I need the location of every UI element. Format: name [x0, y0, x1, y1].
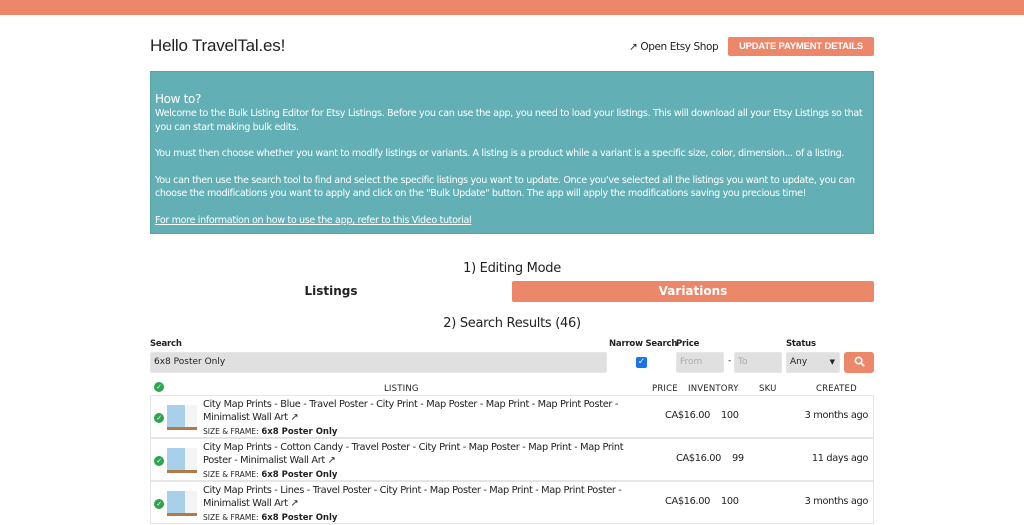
- price-dash: -: [728, 356, 732, 366]
- header-price: PRICE: [652, 384, 678, 394]
- tab-listings[interactable]: Listings: [150, 281, 512, 302]
- how-to-paragraph: You must then choose whether you want to…: [155, 148, 845, 160]
- option-value: 6x8 Poster Only: [261, 512, 338, 523]
- search-label: Search: [150, 339, 182, 349]
- option-value: 6x8 Poster Only: [261, 426, 338, 437]
- table-row[interactable]: ✓ City Map Prints - Cotton Candy - Trave…: [150, 438, 874, 481]
- listing-title[interactable]: City Map Prints - Lines - Travel Poster …: [203, 485, 622, 509]
- update-payment-button[interactable]: UPDATE PAYMENT DETAILS: [728, 37, 874, 56]
- external-link-icon[interactable]: ↗: [290, 498, 298, 509]
- how-to-panel: How to? Welcome to the Bulk Listing Edit…: [150, 71, 874, 234]
- open-shop-label: Open Etsy Shop: [640, 41, 719, 53]
- search-results-title: 2) Search Results (46): [443, 316, 581, 331]
- status-value: Any: [790, 357, 808, 367]
- inventory-cell: 99: [732, 453, 744, 464]
- narrow-search-checkbox[interactable]: ✓: [636, 357, 647, 368]
- how-to-title: How to?: [155, 92, 201, 106]
- listing-title[interactable]: City Map Prints - Blue - Travel Poster -…: [203, 399, 618, 423]
- price-cell: CA$16.00: [676, 453, 722, 464]
- selected-check-icon[interactable]: ✓: [154, 413, 164, 423]
- selected-check-icon[interactable]: ✓: [154, 499, 164, 509]
- narrow-search-label: Narrow Search: [609, 339, 678, 349]
- created-cell: 3 months ago: [804, 496, 869, 507]
- external-link-icon[interactable]: ↗: [328, 455, 336, 466]
- created-cell: 11 days ago: [811, 453, 869, 464]
- listing-thumbnail: [167, 491, 197, 516]
- price-cell: CA$16.00: [665, 410, 711, 421]
- tab-variations[interactable]: Variations: [512, 281, 874, 302]
- search-icon: [854, 356, 865, 367]
- inventory-cell: 100: [721, 410, 739, 421]
- search-input[interactable]: 6x8 Poster Only: [150, 352, 607, 373]
- price-to-input[interactable]: To: [734, 352, 782, 373]
- external-link-icon: ↗: [629, 41, 638, 53]
- select-all-check-icon[interactable]: ✓: [154, 382, 164, 392]
- external-link-icon[interactable]: ↗: [290, 412, 298, 423]
- created-cell: 3 months ago: [804, 410, 869, 421]
- open-etsy-shop-link[interactable]: ↗ Open Etsy Shop: [629, 41, 719, 53]
- status-select[interactable]: Any ▼: [786, 352, 840, 373]
- search-button[interactable]: [844, 352, 874, 373]
- top-nav-bar: [0, 0, 1024, 15]
- table-row[interactable]: ✓ City Map Prints - Blue - Travel Poster…: [150, 395, 874, 438]
- price-label: Price: [676, 339, 700, 349]
- listing-thumbnail: [167, 448, 197, 473]
- header-inventory: INVENTORY: [688, 384, 739, 394]
- listing-thumbnail: [167, 405, 197, 430]
- how-to-paragraph: Welcome to the Bulk Listing Editor for E…: [155, 108, 863, 133]
- selected-check-icon[interactable]: ✓: [154, 456, 164, 466]
- option-value: 6x8 Poster Only: [261, 469, 338, 480]
- header-listing: LISTING: [384, 384, 419, 394]
- option-label: SIZE & FRAME:: [203, 469, 259, 479]
- header-sku: SKU: [759, 384, 777, 394]
- listing-title[interactable]: City Map Prints - Cotton Candy - Travel …: [203, 442, 624, 466]
- editing-mode-title: 1) Editing Mode: [463, 261, 561, 276]
- status-label: Status: [786, 339, 816, 349]
- price-cell: CA$16.00: [665, 496, 711, 507]
- option-label: SIZE & FRAME:: [203, 426, 259, 436]
- how-to-paragraph: You can then use the search tool to find…: [155, 174, 855, 200]
- price-from-input[interactable]: From: [676, 352, 724, 373]
- option-label: SIZE & FRAME:: [203, 512, 259, 522]
- inventory-cell: 100: [721, 496, 739, 507]
- table-row[interactable]: ✓ City Map Prints - Lines - Travel Poste…: [150, 481, 874, 524]
- video-tutorial-link[interactable]: For more information on how to use the a…: [155, 215, 472, 226]
- header-created: CREATED: [816, 384, 857, 394]
- chevron-down-icon: ▼: [829, 358, 835, 366]
